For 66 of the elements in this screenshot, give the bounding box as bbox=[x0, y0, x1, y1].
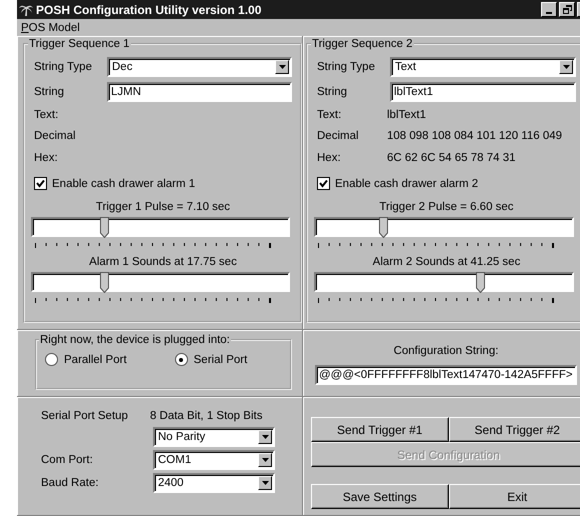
menu-item[interactable]: POS Model bbox=[19, 22, 82, 34]
checkbox-label: Enable cash drawer alarm 2 bbox=[335, 178, 478, 190]
slider-label: Trigger 1 Pulse = 7.10 sec bbox=[94, 200, 232, 214]
serial-info: 8 Data Bit, 1 Stop Bits bbox=[150, 410, 262, 422]
slider-label: Alarm 2 Sounds at 41.25 sec bbox=[372, 256, 522, 270]
group-title: Trigger Sequence 2 bbox=[311, 38, 414, 50]
text-value: lblText1 bbox=[387, 108, 426, 121]
restore-button[interactable] bbox=[559, 2, 575, 17]
dropdown-arrow-button[interactable] bbox=[258, 452, 272, 466]
caret-icon bbox=[262, 434, 268, 438]
push-button[interactable]: Save Settings bbox=[311, 484, 448, 509]
slider-thumb[interactable] bbox=[100, 216, 110, 238]
radio-button[interactable] bbox=[45, 353, 58, 366]
field-label: Com Port: bbox=[41, 454, 93, 466]
field-label: Decimal bbox=[34, 130, 77, 142]
string-field[interactable]: lblText1 bbox=[390, 82, 576, 102]
radio-label: Serial Port bbox=[194, 354, 248, 366]
group-title: Right now, the device is plugged into: bbox=[39, 334, 231, 346]
minimize-button[interactable] bbox=[541, 2, 557, 17]
field-label: String bbox=[317, 86, 348, 98]
field-label: Hex: bbox=[34, 152, 59, 164]
dropdown-arrow-button[interactable] bbox=[258, 476, 272, 490]
slider-label: Trigger 2 Pulse = 6.60 sec bbox=[378, 200, 515, 214]
string-field[interactable]: LJMN bbox=[107, 82, 292, 102]
radio-label: Parallel Port bbox=[64, 354, 127, 366]
field-label: String Type bbox=[34, 60, 93, 72]
config-label: Configuration String: bbox=[394, 345, 498, 357]
push-button[interactable]: Exit bbox=[448, 484, 580, 509]
config-string-field[interactable]: @@@<0FFFFFFFF8lblText147470-142A5FFFF> bbox=[315, 365, 577, 385]
slider-label: Alarm 1 Sounds at 17.75 sec bbox=[88, 256, 238, 270]
checkbox[interactable] bbox=[317, 177, 330, 190]
field-label: Text: bbox=[317, 108, 342, 121]
dropdown-field[interactable]: 2400 bbox=[153, 472, 275, 492]
minimize-icon bbox=[546, 12, 552, 14]
radio-button[interactable] bbox=[174, 353, 188, 366]
field-label: String bbox=[34, 86, 66, 98]
slider-thumb[interactable] bbox=[378, 216, 388, 238]
dropdown-field[interactable]: COM1 bbox=[153, 450, 275, 470]
section-title: Serial Port Setup bbox=[41, 410, 128, 422]
caret-icon bbox=[278, 64, 286, 68]
caret-icon bbox=[262, 480, 268, 484]
dropdown-field[interactable]: No Parity bbox=[153, 426, 275, 446]
dropdown-arrow-button[interactable] bbox=[559, 60, 573, 74]
dropdown-field[interactable]: Dec bbox=[107, 56, 292, 76]
caret-icon bbox=[562, 64, 570, 68]
slider-thumb[interactable] bbox=[100, 272, 110, 292]
checkbox[interactable] bbox=[34, 177, 47, 190]
dropdown-arrow-button[interactable] bbox=[275, 60, 289, 74]
field-label: Baud Rate: bbox=[41, 476, 99, 488]
caret-icon bbox=[262, 458, 268, 462]
field-label: String Type bbox=[317, 60, 376, 72]
palm-tree-icon bbox=[19, 3, 33, 16]
restore-icon bbox=[562, 5, 572, 14]
hex-value: 6C 62 6C 54 65 78 74 31 bbox=[387, 152, 516, 164]
decimal-value: 108 098 108 084 101 120 116 049 bbox=[387, 130, 562, 142]
slider-thumb[interactable] bbox=[476, 272, 485, 292]
dropdown-field[interactable]: Text bbox=[390, 56, 576, 76]
push-button[interactable]: Send Trigger #2 bbox=[448, 417, 580, 442]
field-label: Text: bbox=[34, 108, 60, 121]
window-title: POSH Configuration Utility version 1.00 bbox=[36, 2, 262, 16]
group-title: Trigger Sequence 1 bbox=[28, 38, 131, 50]
checkbox-label: Enable cash drawer alarm 1 bbox=[52, 178, 196, 190]
field-label: Hex: bbox=[317, 152, 342, 164]
dropdown-arrow-button[interactable] bbox=[258, 430, 272, 444]
field-label: Decimal bbox=[317, 130, 360, 142]
push-button[interactable]: Send Trigger #1 bbox=[311, 417, 448, 442]
